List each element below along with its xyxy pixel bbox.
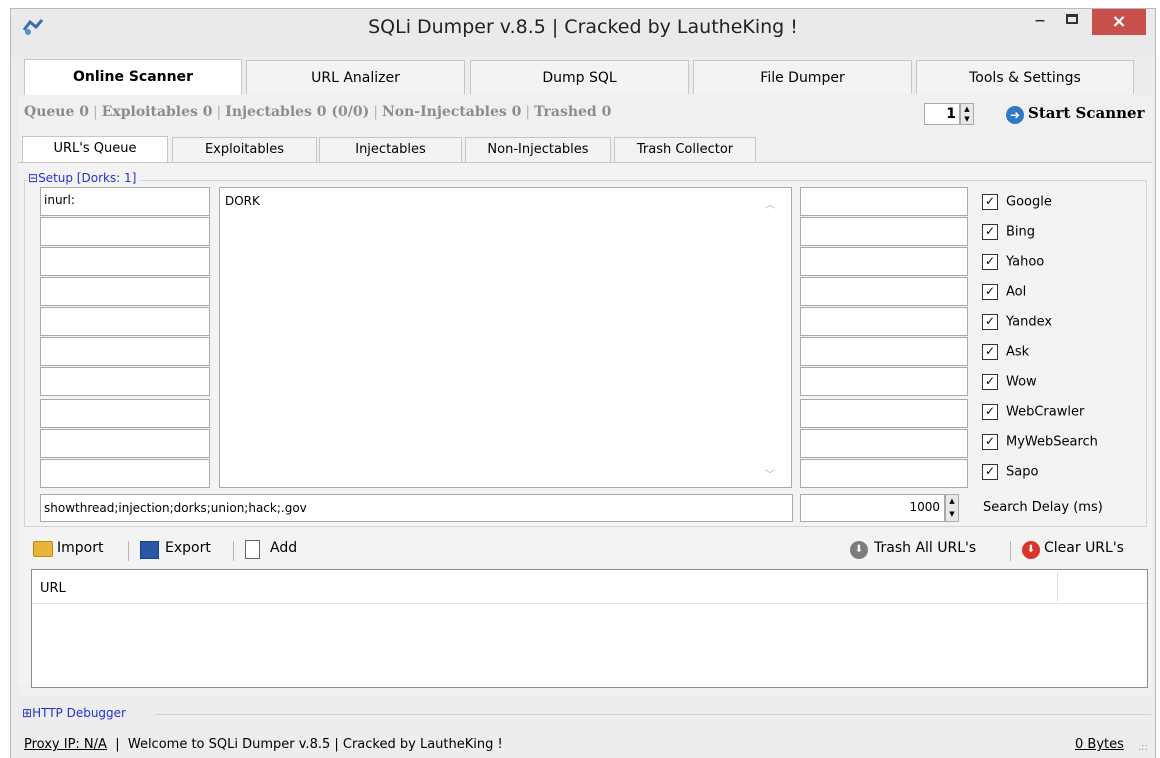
checkmark-icon: ✓ xyxy=(982,284,998,300)
engine-checkbox-webcrawler[interactable]: ✓ WebCrawler xyxy=(982,404,1084,430)
search-delay-label: Search Delay (ms) xyxy=(983,500,1103,515)
import-button[interactable]: Import xyxy=(57,540,103,556)
start-scanner-button[interactable]: Start Scanner xyxy=(1028,104,1144,122)
maximize-button[interactable] xyxy=(1057,10,1087,34)
maximize-icon xyxy=(1066,14,1078,24)
subtab-urls-queue[interactable]: URL's Queue xyxy=(22,136,168,162)
dork-prefix-input[interactable] xyxy=(40,337,210,366)
debugger-divider xyxy=(155,714,1151,715)
dork-prefix-input[interactable] xyxy=(40,307,210,336)
dork-suffix-input[interactable] xyxy=(800,399,968,428)
start-scanner-icon[interactable]: ➜ xyxy=(1006,106,1024,124)
http-debugger-label: HTTP Debugger xyxy=(32,706,126,720)
subtab-exploitables[interactable]: Exploitables xyxy=(172,137,317,162)
status-bar: Proxy IP: N/A | Welcome to SQLi Dumper v… xyxy=(24,737,503,752)
scan-stats: Queue 0 | Exploitables 0 | Injectables 0 (0/… xyxy=(24,104,612,120)
trash-all-icon[interactable]: ⬇ xyxy=(850,541,868,559)
threads-stepper-arrows[interactable]: ▲ ▼ xyxy=(960,103,974,125)
engine-checkbox-mywebsearch[interactable]: ✓ MyWebSearch xyxy=(982,434,1098,460)
dork-prefix-input[interactable] xyxy=(40,277,210,306)
status-message: Welcome to SQLi Dumper v.8.5 | Cracked b… xyxy=(127,737,503,752)
stat-trashed: Trashed 0 xyxy=(534,104,612,120)
checkmark-icon: ✓ xyxy=(982,464,998,480)
dork-prefix-input[interactable] xyxy=(40,459,210,488)
export-button[interactable]: Export xyxy=(165,540,211,556)
clear-icon[interactable]: ⬇ xyxy=(1022,541,1040,559)
checkmark-icon: ✓ xyxy=(982,434,998,450)
checkmark-icon: ✓ xyxy=(982,224,998,240)
minimize-button[interactable]: – xyxy=(1025,10,1055,34)
dork-suffix-input[interactable] xyxy=(800,429,968,458)
scroll-down-icon[interactable]: ﹀ xyxy=(765,466,775,481)
dork-suffix-input[interactable] xyxy=(800,337,968,366)
subtab-non-injectables[interactable]: Non-Injectables xyxy=(465,137,611,162)
trash-all-urls-button[interactable]: Trash All URL's xyxy=(874,540,976,556)
subtab-divider xyxy=(18,162,1152,163)
checkmark-icon: ✓ xyxy=(982,314,998,330)
save-icon[interactable] xyxy=(140,541,159,559)
url-column-header[interactable]: URL xyxy=(40,581,66,596)
stat-injectables: Injectables 0 (0/0) xyxy=(225,104,370,120)
dork-prefix-input[interactable] xyxy=(40,247,210,276)
search-delay-input[interactable]: 1000 xyxy=(800,494,945,522)
tab-dump-sql[interactable]: Dump SQL xyxy=(470,60,689,94)
tab-url-analizer[interactable]: URL Analizer xyxy=(246,60,465,94)
stat-non-injectables: Non-Injectables 0 xyxy=(381,104,522,120)
subtab-trash-collector[interactable]: Trash Collector xyxy=(614,137,756,162)
dork-suffix-input[interactable] xyxy=(800,459,968,488)
stat-exploitables: Exploitables 0 xyxy=(101,104,213,120)
scroll-up-icon[interactable]: ︿ xyxy=(765,196,775,211)
engine-checkbox-yahoo[interactable]: ✓ Yahoo xyxy=(982,254,1044,280)
dork-suffix-input[interactable] xyxy=(800,277,968,306)
checkmark-icon: ✓ xyxy=(982,194,998,210)
resize-grip-icon[interactable]: .:: xyxy=(1138,742,1148,753)
folder-open-icon[interactable] xyxy=(33,541,53,557)
toolbar-divider xyxy=(1010,541,1011,561)
new-file-icon[interactable] xyxy=(245,540,260,559)
window-title: SQLi Dumper v.8.5 | Cracked by LautheKin… xyxy=(368,16,798,38)
bytes-counter[interactable]: 0 Bytes xyxy=(1075,737,1124,752)
engine-checkbox-yandex[interactable]: ✓ Yandex xyxy=(982,314,1052,340)
search-delay-stepper-arrows[interactable]: ▲ ▼ xyxy=(945,494,959,522)
engine-checkbox-bing[interactable]: ✓ Bing xyxy=(982,224,1035,250)
clear-urls-button[interactable]: Clear URL's xyxy=(1044,540,1124,556)
dork-prefix-input[interactable] xyxy=(40,399,210,428)
column-divider[interactable] xyxy=(1057,572,1058,602)
tab-tools-settings[interactable]: Tools & Settings xyxy=(916,60,1134,94)
engine-checkbox-ask[interactable]: ✓ Ask xyxy=(982,344,1029,370)
dork-suffix-input[interactable] xyxy=(800,187,968,216)
toolbar-divider xyxy=(128,541,129,561)
close-button[interactable]: × xyxy=(1092,9,1146,35)
http-debugger-toggle[interactable]: ⊞HTTP Debugger xyxy=(22,706,126,720)
dork-suffix-input[interactable] xyxy=(800,367,968,396)
proxy-ip-link[interactable]: Proxy IP: N/A xyxy=(24,737,107,752)
url-grid-header xyxy=(32,570,1147,604)
setup-label: Setup [Dorks: 1] xyxy=(38,171,137,185)
stat-queue: Queue 0 xyxy=(24,104,89,120)
add-button[interactable]: Add xyxy=(270,540,297,556)
engine-checkbox-google[interactable]: ✓ Google xyxy=(982,194,1052,220)
dork-prefix-input[interactable] xyxy=(40,367,210,396)
checkmark-icon: ✓ xyxy=(982,404,998,420)
dork-suffix-input[interactable] xyxy=(800,217,968,246)
engine-checkbox-wow[interactable]: ✓ Wow xyxy=(982,374,1037,400)
dork-suffix-input[interactable] xyxy=(800,247,968,276)
tab-file-dumper[interactable]: File Dumper xyxy=(693,60,912,94)
checkmark-icon: ✓ xyxy=(982,254,998,270)
dork-textarea[interactable]: DORK xyxy=(219,187,792,488)
dork-prefix-input[interactable] xyxy=(40,429,210,458)
toolbar-divider xyxy=(233,541,234,561)
setup-group-toggle[interactable]: ⊟Setup [Dorks: 1] xyxy=(28,171,141,185)
dork-prefix-input[interactable] xyxy=(40,217,210,246)
threads-stepper[interactable]: 1 xyxy=(924,103,960,125)
dork-suffix-input[interactable] xyxy=(800,307,968,336)
checkmark-icon: ✓ xyxy=(982,344,998,360)
engine-checkbox-aol[interactable]: ✓ Aol xyxy=(982,284,1026,310)
keywords-input[interactable]: showthread;injection;dorks;union;hack;.g… xyxy=(40,494,793,522)
engine-checkbox-sapo[interactable]: ✓ Sapo xyxy=(982,464,1038,490)
checkmark-icon: ✓ xyxy=(982,374,998,390)
subtab-injectables[interactable]: Injectables xyxy=(319,137,462,162)
tab-online-scanner[interactable]: Online Scanner xyxy=(24,59,242,95)
dork-prefix-input[interactable]: inurl: xyxy=(40,187,210,216)
